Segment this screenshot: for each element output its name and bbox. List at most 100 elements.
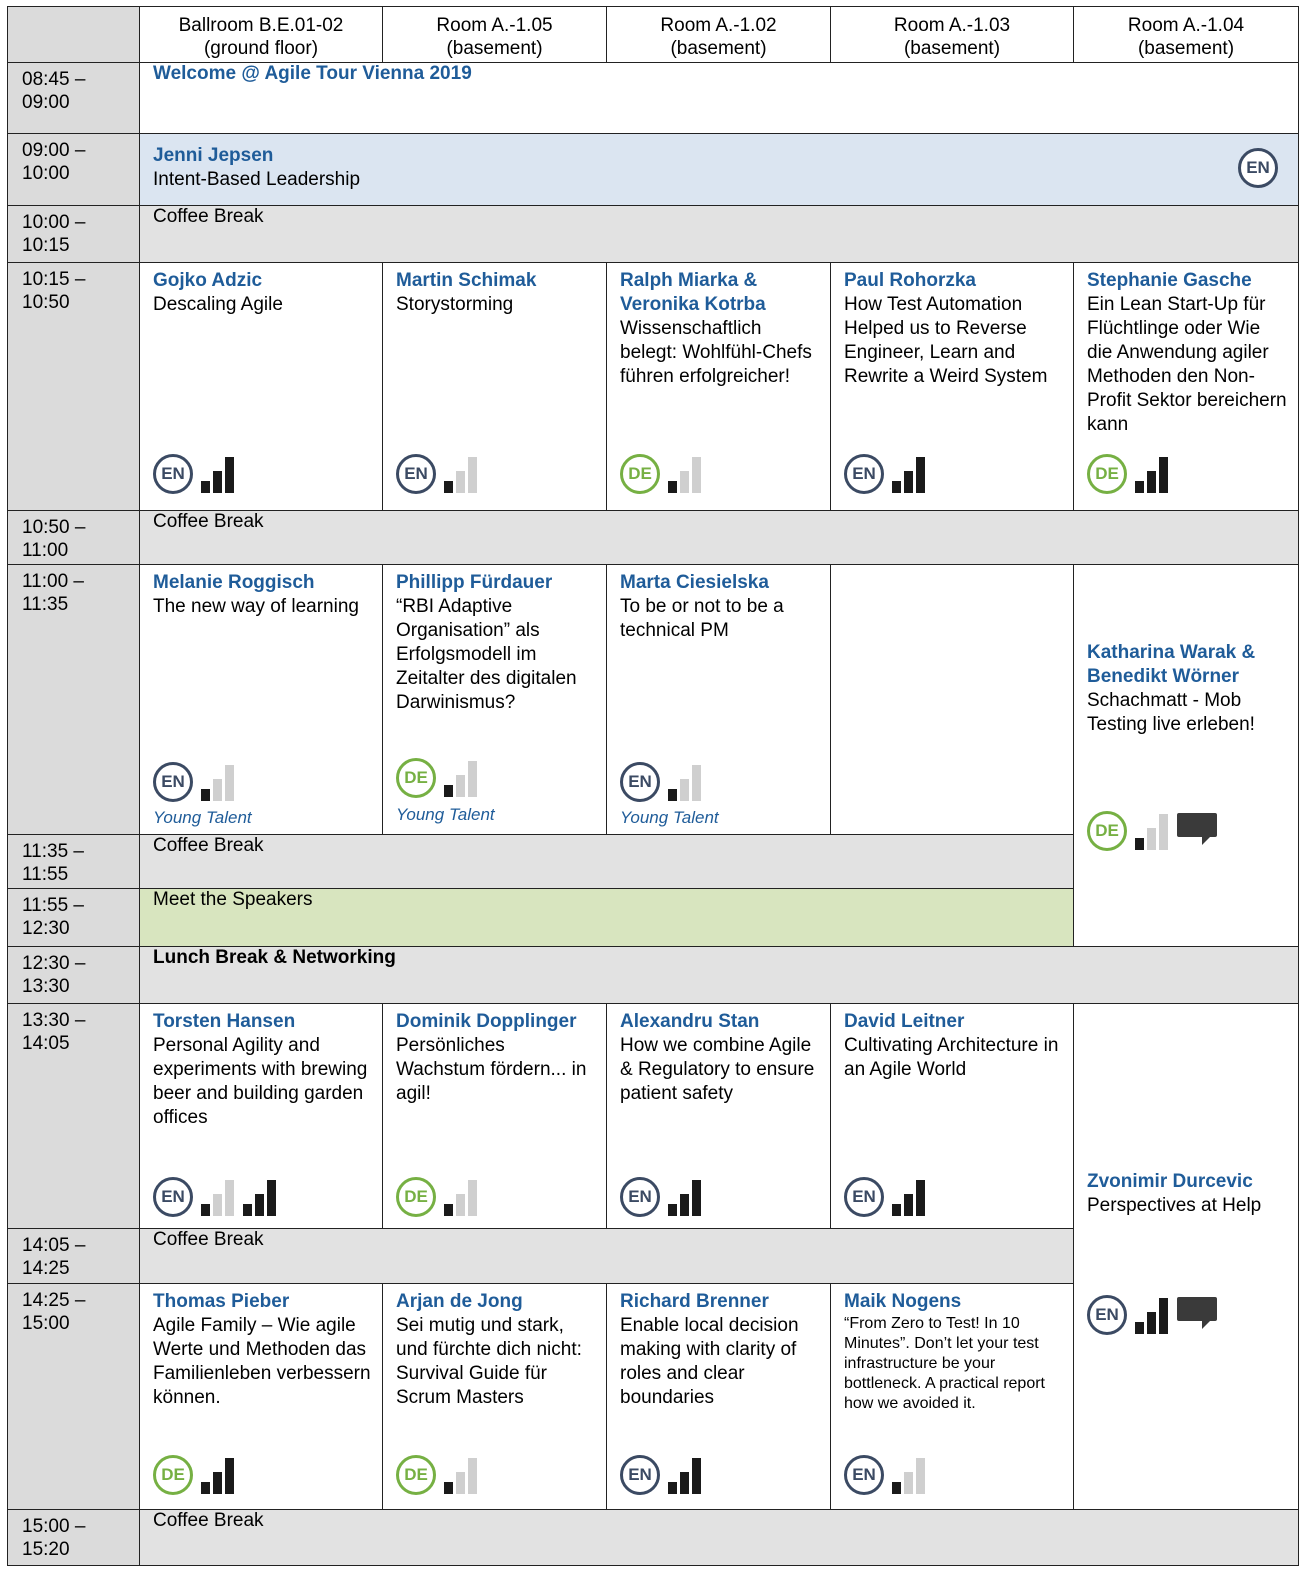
time-cell: 13:30 –14:05 bbox=[7, 1003, 140, 1229]
language-badge-icon: DE bbox=[396, 1177, 436, 1217]
meet-speakers-label: Meet the Speakers bbox=[153, 889, 313, 910]
language-badge-icon: EN bbox=[153, 1177, 193, 1217]
language-badge-icon: EN bbox=[620, 762, 660, 802]
level-beginner-icon bbox=[444, 1176, 480, 1216]
talk-title: Schachmatt - Mob Testing live erleben! bbox=[1087, 690, 1255, 735]
talk-cell: Arjan de Jong Sei mutig und stark, und f… bbox=[382, 1283, 607, 1510]
level-beginner-icon bbox=[892, 1454, 928, 1494]
talk-icons: DE bbox=[1087, 453, 1171, 494]
talk-icons: EN bbox=[153, 1176, 279, 1217]
talk-icons: EN bbox=[620, 1454, 704, 1495]
young-talent-label: Young Talent bbox=[620, 808, 719, 827]
slot-row: 12:30 –13:30 Lunch Break & Networking bbox=[7, 946, 1299, 1004]
time-cell: 10:50 –11:00 bbox=[7, 510, 140, 565]
time-cell: 11:35 –11:55 bbox=[7, 834, 140, 889]
speaker-name: David Leitner bbox=[844, 1011, 965, 1032]
language-badge-icon: EN bbox=[844, 1455, 884, 1495]
time-cell: 11:55 –12:30 bbox=[7, 888, 140, 947]
speech-bubble-icon bbox=[1177, 813, 1217, 845]
room-name: Room A.-1.02 bbox=[660, 15, 777, 36]
talk-title: Storystorming bbox=[396, 294, 514, 315]
room-name: Ballroom B.E.01-02 bbox=[178, 15, 344, 36]
time-cell: 08:45 –09:00 bbox=[7, 62, 140, 134]
slot-row: 09:00 –10:00 Jenni Jepsen Intent-Based L… bbox=[7, 133, 1299, 206]
speaker-name: Stephanie Gasche bbox=[1087, 270, 1252, 291]
speaker-name: Dominik Dopplinger bbox=[396, 1011, 577, 1032]
room-floor: (ground floor) bbox=[203, 38, 319, 59]
meet-speakers-cell: Meet the Speakers bbox=[139, 888, 1074, 947]
language-badge-icon: DE bbox=[1087, 811, 1127, 851]
level-advanced-icon bbox=[243, 1176, 279, 1216]
talk-cell: Paul Rohorzka How Test Automation Helped… bbox=[830, 262, 1074, 511]
speaker-name: Melanie Roggisch bbox=[153, 572, 315, 593]
level-beginner-icon bbox=[201, 761, 237, 801]
speaker-name: Torsten Hansen bbox=[153, 1011, 296, 1032]
speaker-name: Thomas Pieber bbox=[153, 1291, 290, 1312]
room-floor: (basement) bbox=[670, 38, 767, 59]
language-badge-icon: DE bbox=[1087, 454, 1127, 494]
talk-title: Persönliches Wachstum fördern... in agil… bbox=[396, 1035, 587, 1104]
welcome-text: Welcome @ Agile Tour Vienna 2019 bbox=[153, 63, 472, 84]
talk-cell: Ralph Miarka & Veronika Kotrba Wissensch… bbox=[606, 262, 831, 511]
language-badge-icon: EN bbox=[844, 1177, 884, 1217]
young-talent-label: Young Talent bbox=[153, 808, 252, 827]
slot-row: 08:45 –09:00 Welcome @ Agile Tour Vienna… bbox=[7, 62, 1299, 134]
time-cell: 14:25 –15:00 bbox=[7, 1283, 140, 1510]
level-beginner-icon bbox=[668, 453, 704, 493]
room-name: Room A.-1.05 bbox=[436, 15, 553, 36]
slot-row: 11:00 –11:35 Melanie Roggisch The new wa… bbox=[7, 564, 1299, 947]
language-badge-icon: DE bbox=[396, 758, 436, 798]
time-cell: 14:05 –14:25 bbox=[7, 1228, 140, 1284]
speaker-name: Katharina Warak & Benedikt Wörner bbox=[1087, 642, 1256, 687]
talk-title: Intent-Based Leadership bbox=[153, 169, 361, 190]
language-badge-icon: DE bbox=[396, 1455, 436, 1495]
speaker-name: Jenni Jepsen bbox=[153, 145, 274, 166]
room-header: Room A.-1.04 (basement) bbox=[1073, 6, 1299, 63]
room-header: Room A.-1.02 (basement) bbox=[606, 6, 831, 63]
time-cell: 10:00 –10:15 bbox=[7, 205, 140, 263]
talk-icons: EN bbox=[153, 761, 237, 802]
talk-icons: EN bbox=[620, 761, 704, 802]
language-badge-icon: EN bbox=[1087, 1295, 1127, 1335]
room-name: Room A.-1.04 bbox=[1127, 15, 1245, 36]
talk-icons: DE bbox=[620, 453, 704, 494]
time-cell: 15:00 –15:20 bbox=[7, 1509, 140, 1566]
talk-icons: EN bbox=[396, 453, 480, 494]
talk-icons: EN bbox=[844, 1176, 928, 1217]
level-beginner-icon bbox=[444, 1454, 480, 1494]
talk-icons: DE bbox=[153, 1454, 237, 1495]
talk-title: Cultivating Architecture in an Agile Wor… bbox=[844, 1035, 1059, 1080]
workshop-cell: Zvonimir Durcevic Perspectives at Help E… bbox=[1073, 1003, 1299, 1510]
talk-icons: DE bbox=[396, 1176, 480, 1217]
level-advanced-icon bbox=[201, 1454, 237, 1494]
talk-icons: DE bbox=[396, 1454, 480, 1495]
talk-title: Agile Family – Wie agile Werte und Metho… bbox=[153, 1315, 371, 1408]
room-header: Ballroom B.E.01-02 (ground floor) bbox=[139, 6, 383, 63]
talk-icons: EN bbox=[620, 1176, 704, 1217]
talk-cell: Melanie Roggisch The new way of learning… bbox=[139, 564, 383, 835]
speaker-name: Richard Brenner bbox=[620, 1291, 769, 1312]
time-cell: 12:30 –13:30 bbox=[7, 946, 140, 1004]
talk-icons: EN bbox=[1087, 1294, 1217, 1335]
slot-row: 13:30 –14:05 Torsten Hansen Personal Agi… bbox=[7, 1003, 1299, 1510]
talk-cell: Maik Nogens “From Zero to Test! In 10 Mi… bbox=[830, 1283, 1074, 1510]
speaker-name: Marta Ciesielska bbox=[620, 572, 769, 593]
room-header: Room A.-1.05 (basement) bbox=[382, 6, 607, 63]
speaker-name: Zvonimir Durcevic bbox=[1087, 1171, 1253, 1192]
young-talent-label: Young Talent bbox=[396, 805, 495, 824]
slot-row: 10:00 –10:15 Coffee Break bbox=[7, 205, 1299, 263]
time-cell: 09:00 –10:00 bbox=[7, 133, 140, 206]
level-advanced-icon bbox=[668, 1454, 704, 1494]
coffee-break-cell: Coffee Break bbox=[139, 510, 1299, 565]
talk-cell: Dominik Dopplinger Persönliches Wachstum… bbox=[382, 1003, 607, 1229]
schedule-table: Ballroom B.E.01-02 (ground floor) Room A.… bbox=[7, 6, 1299, 1566]
speaker-name: Arjan de Jong bbox=[396, 1291, 523, 1312]
coffee-break-label: Coffee Break bbox=[153, 511, 264, 532]
speaker-name: Maik Nogens bbox=[844, 1291, 962, 1312]
level-beginner-icon bbox=[444, 453, 480, 493]
room-floor: (basement) bbox=[446, 38, 543, 59]
time-cell: 10:15 –10:50 bbox=[7, 262, 140, 511]
welcome-cell: Welcome @ Agile Tour Vienna 2019 bbox=[139, 62, 1299, 134]
talk-cell: Torsten Hansen Personal Agility and expe… bbox=[139, 1003, 383, 1229]
talk-cell: Thomas Pieber Agile Family – Wie agile W… bbox=[139, 1283, 383, 1510]
